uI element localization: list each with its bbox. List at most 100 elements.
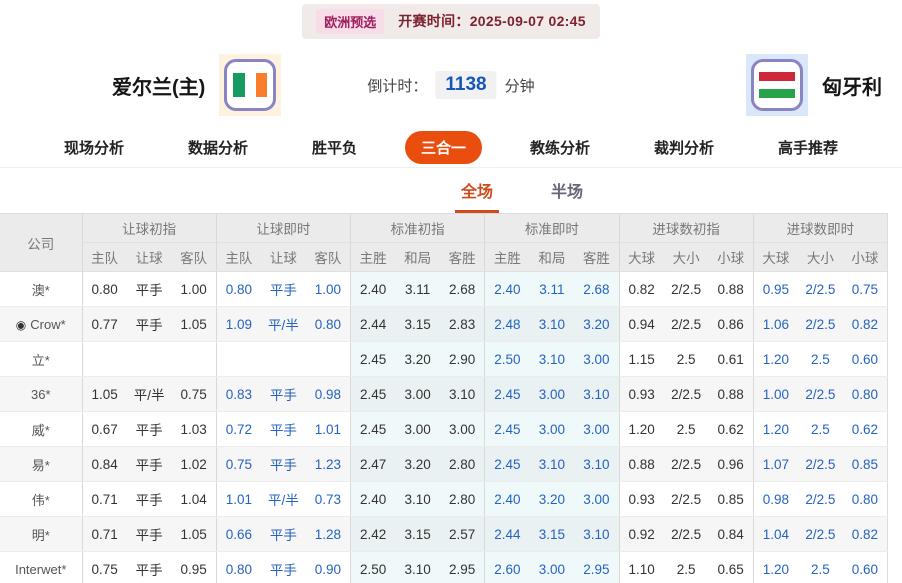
odds-cell: 3.00 xyxy=(395,412,440,447)
odds-cell: 3.15 xyxy=(395,307,440,342)
group-header: 标准初指 xyxy=(351,214,485,243)
odds-cell: 2.5 xyxy=(664,342,709,377)
nav-tab-3[interactable]: 胜平负 xyxy=(296,131,373,164)
odds-cell: 2.83 xyxy=(440,307,485,342)
odds-cell: 2/2.5 xyxy=(664,307,709,342)
odds-cell: 2.60 xyxy=(485,552,530,583)
odds-cell: 2/2.5 xyxy=(798,447,843,482)
odds-cell: 2.40 xyxy=(351,272,396,307)
table-row: 威*0.67平手1.030.72平手1.012.453.003.002.453.… xyxy=(0,412,888,447)
soccer-ball-icon: ◉ xyxy=(16,318,26,332)
company-cell: 威* xyxy=(0,412,82,447)
ireland-flag-icon xyxy=(219,54,281,116)
odds-cell xyxy=(216,342,261,377)
nav-tab-5[interactable]: 教练分析 xyxy=(514,131,606,164)
subtab-1[interactable]: 全场 xyxy=(455,178,499,213)
nav-tab-4[interactable]: 三合一 xyxy=(405,131,482,164)
odds-cell: 0.94 xyxy=(619,307,664,342)
odds-cell xyxy=(306,342,351,377)
odds-cell: 0.60 xyxy=(843,342,888,377)
nav-tab-7[interactable]: 高手推荐 xyxy=(762,131,854,164)
odds-cell: 2.5 xyxy=(798,412,843,447)
company-cell: 伟* xyxy=(0,482,82,517)
odds-cell: 1.00 xyxy=(306,272,351,307)
odds-cell: 1.01 xyxy=(216,482,261,517)
home-team-block: 爱尔兰(主) xyxy=(112,54,281,116)
odds-cell: 2.5 xyxy=(798,342,843,377)
odds-cell: 0.60 xyxy=(843,552,888,583)
odds-cell: 1.06 xyxy=(753,307,798,342)
odds-cell: 3.10 xyxy=(574,377,619,412)
sub-header: 客队 xyxy=(306,243,351,272)
odds-cell xyxy=(82,342,127,377)
odds-cell: 2.48 xyxy=(485,307,530,342)
odds-cell: 3.10 xyxy=(395,552,440,583)
odds-cell: 2.80 xyxy=(440,447,485,482)
nav-tab-1[interactable]: 现场分析 xyxy=(48,131,140,164)
odds-cell: 0.75 xyxy=(82,552,127,583)
odds-cell: 1.20 xyxy=(753,342,798,377)
odds-cell: 2.40 xyxy=(485,482,530,517)
odds-cell: 2/2.5 xyxy=(664,482,709,517)
odds-cell: 3.00 xyxy=(440,412,485,447)
odds-table: 公司让球初指让球即时标准初指标准即时进球数初指进球数即时 主队让球客队主队让球客… xyxy=(0,213,888,583)
odds-cell: 1.03 xyxy=(172,412,217,447)
odds-cell: 0.95 xyxy=(172,552,217,583)
odds-cell: 0.90 xyxy=(306,552,351,583)
odds-cell: 2.5 xyxy=(664,552,709,583)
odds-cell: 2.45 xyxy=(351,412,396,447)
odds-cell: 1.20 xyxy=(753,552,798,583)
countdown-unit: 分钟 xyxy=(505,75,535,96)
odds-cell: 0.71 xyxy=(82,482,127,517)
odds-cell: 0.86 xyxy=(709,307,754,342)
sub-header: 客胜 xyxy=(574,243,619,272)
odds-cell: 2.42 xyxy=(351,517,396,552)
nav-tabs: 现场分析数据分析胜平负三合一教练分析裁判分析高手推荐 xyxy=(0,128,902,168)
odds-cell: 3.20 xyxy=(395,342,440,377)
nav-tab-2[interactable]: 数据分析 xyxy=(172,131,264,164)
odds-cell: 3.00 xyxy=(574,342,619,377)
odds-cell: 2.95 xyxy=(440,552,485,583)
odds-cell: 平手 xyxy=(127,482,172,517)
sub-header: 主队 xyxy=(82,243,127,272)
odds-cell: 2/2.5 xyxy=(798,482,843,517)
countdown: 倒计时： 1138 分钟 xyxy=(367,71,534,99)
odds-cell: 1.28 xyxy=(306,517,351,552)
odds-cell: 1.09 xyxy=(216,307,261,342)
odds-cell: 2.5 xyxy=(664,412,709,447)
odds-cell xyxy=(127,342,172,377)
odds-cell: 3.11 xyxy=(530,272,575,307)
odds-cell: 2.68 xyxy=(440,272,485,307)
company-name: 易* xyxy=(32,458,50,473)
odds-cell: 2.45 xyxy=(485,377,530,412)
odds-cell: 0.75 xyxy=(216,447,261,482)
odds-cell: 0.80 xyxy=(216,272,261,307)
odds-cell: 1.04 xyxy=(753,517,798,552)
odds-cell: 2.95 xyxy=(574,552,619,583)
odds-cell: 0.80 xyxy=(82,272,127,307)
odds-cell: 2.80 xyxy=(440,482,485,517)
odds-cell: 0.80 xyxy=(843,377,888,412)
sub-header: 让球 xyxy=(261,243,306,272)
odds-cell: 平手 xyxy=(261,447,306,482)
odds-cell: 平手 xyxy=(127,517,172,552)
nav-tab-6[interactable]: 裁判分析 xyxy=(638,131,730,164)
odds-cell: 1.01 xyxy=(306,412,351,447)
company-cell: 澳* xyxy=(0,272,82,307)
countdown-value: 1138 xyxy=(435,71,496,99)
odds-cell: 3.10 xyxy=(530,447,575,482)
company-name: 澳* xyxy=(32,283,50,298)
subtab-2[interactable]: 半场 xyxy=(545,178,589,213)
odds-cell: 2/2.5 xyxy=(798,307,843,342)
odds-cell: 0.75 xyxy=(172,377,217,412)
sub-header: 小球 xyxy=(843,243,888,272)
odds-cell: 0.80 xyxy=(306,307,351,342)
ireland-flag xyxy=(233,73,267,97)
odds-cell: 2/2.5 xyxy=(798,377,843,412)
odds-cell: 平手 xyxy=(127,447,172,482)
odds-cell: 0.88 xyxy=(619,447,664,482)
odds-cell: 1.05 xyxy=(82,377,127,412)
odds-cell: 平手 xyxy=(127,552,172,583)
sub-header: 让球 xyxy=(127,243,172,272)
company-cell: 明* xyxy=(0,517,82,552)
